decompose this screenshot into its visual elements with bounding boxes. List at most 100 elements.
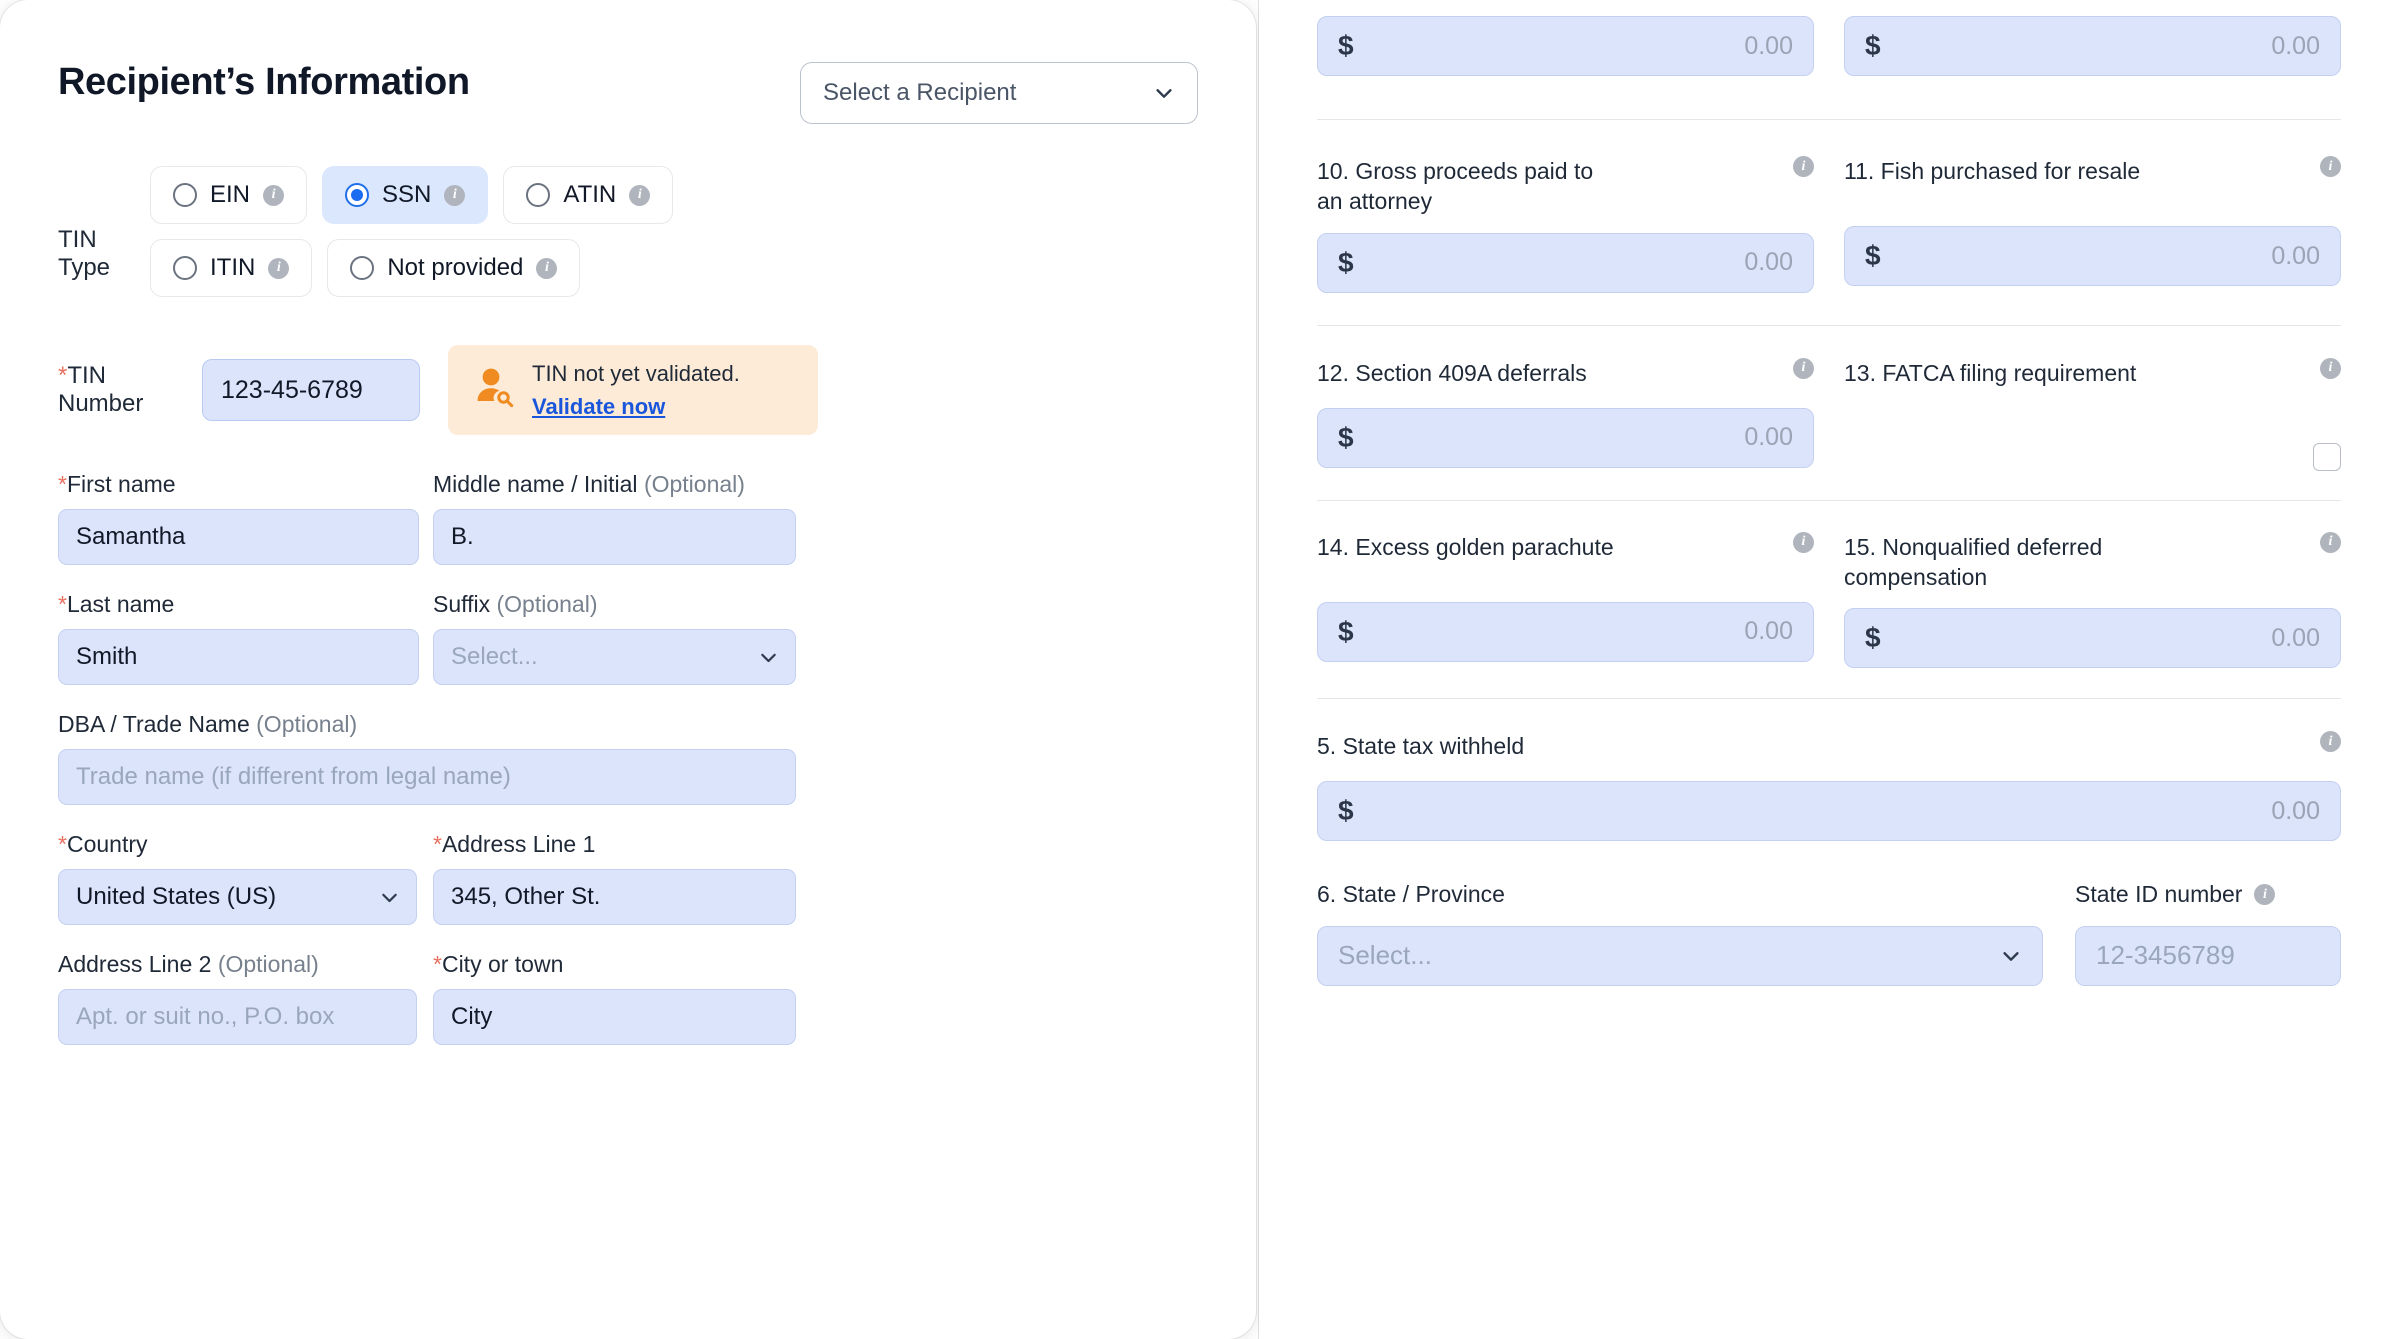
box-14-amount: 0.00 (1744, 617, 1793, 646)
dba-placeholder: Trade name (if different from legal name… (76, 763, 511, 790)
tin-option-label: Not provided (387, 254, 524, 281)
info-icon[interactable]: i (444, 184, 466, 206)
tin-type-option-ein[interactable]: EIN i (150, 166, 308, 224)
box-12-input[interactable]: $ 0.00 (1317, 407, 1814, 468)
required-asterisk: * (58, 471, 67, 497)
state-id-label: State ID number (2075, 881, 2243, 908)
box-11-amount: 0.00 (2271, 241, 2320, 270)
box-15-input[interactable]: $ 0.00 (1844, 608, 2341, 669)
box-13-label: 13. FATCA filing requirement (1844, 359, 2137, 386)
tin-option-label: ITIN (210, 254, 256, 281)
info-icon[interactable]: i (263, 184, 285, 206)
city-input[interactable]: City (433, 989, 796, 1045)
info-icon[interactable]: i (2320, 731, 2341, 753)
country-select[interactable]: United States (US) (58, 869, 417, 925)
money-input[interactable]: $ 0.00 (1844, 16, 2341, 76)
box-11-fish-purchased: 11. Fish purchased for resale i $ 0.00 (1844, 156, 2341, 293)
suffix-label: Suffix (Optional) (433, 591, 796, 618)
suffix-select[interactable]: Select... (433, 629, 796, 685)
info-icon[interactable]: i (536, 257, 558, 279)
radio-icon[interactable] (526, 183, 551, 207)
suffix-placeholder: Select... (451, 643, 538, 670)
dollar-sign-icon: $ (1338, 615, 1354, 647)
info-icon[interactable]: i (1793, 357, 1814, 379)
state-province-placeholder: Select... (1338, 940, 1432, 971)
address2-placeholder: Apt. or suit no., P.O. box (76, 1003, 335, 1030)
suffix-label-text: Suffix (433, 591, 491, 617)
tin-type-label: TIN Type (58, 226, 111, 281)
validate-now-link[interactable]: Validate now (532, 392, 665, 422)
box-12-header: 12. Section 409A deferrals i (1317, 357, 1814, 392)
box-5-header: 5. State tax withheld i (1317, 731, 2341, 765)
radio-icon[interactable] (345, 183, 370, 207)
box-12-label: 12. Section 409A deferrals (1317, 359, 1587, 386)
info-icon[interactable]: i (2320, 156, 2341, 177)
address1-value: 345, Other St. (451, 883, 601, 910)
info-icon[interactable]: i (268, 257, 290, 279)
country-label: *Country (58, 831, 419, 858)
tin-type-option-ssn[interactable]: SSN i (322, 166, 489, 224)
last-name-value: Smith (76, 643, 138, 670)
tin-validation-banner: TIN not yet validated. Validate now (448, 345, 818, 435)
dollar-sign-icon: $ (1338, 30, 1354, 61)
chevron-down-icon (379, 887, 400, 908)
recipient-information-card: Recipient’s Information Select a Recipie… (0, 0, 1256, 1339)
dba-input[interactable]: Trade name (if different from legal name… (58, 749, 796, 805)
info-icon[interactable]: i (2320, 531, 2341, 553)
middle-name-input[interactable]: B. (433, 509, 796, 565)
box-11-header: 11. Fish purchased for resale i (1844, 156, 2341, 190)
address2-label: Address Line 2 (Optional) (58, 951, 419, 978)
radio-icon[interactable] (350, 256, 375, 280)
box-11-label: 11. Fish purchased for resale (1844, 158, 2141, 184)
field-city: *City or town City (433, 951, 796, 1045)
radio-icon[interactable] (173, 256, 197, 280)
info-icon[interactable]: i (2320, 357, 2341, 379)
middle-name-value: B. (451, 523, 474, 550)
box-5-input[interactable]: $ 0.00 (1317, 781, 2341, 842)
info-icon[interactable]: i (629, 184, 651, 206)
required-asterisk: * (433, 831, 442, 857)
box-14-input[interactable]: $ 0.00 (1317, 601, 1814, 662)
last-name-label-text: Last name (66, 591, 175, 617)
tin-type-option-itin[interactable]: ITIN i (150, 239, 313, 297)
state-inputs-row: Select... 12-3456789 (1317, 925, 2341, 986)
state-province-select[interactable]: Select... (1317, 925, 2043, 986)
state-labels-row: 6. State / Province State ID number i (1317, 879, 2341, 909)
radio-icon[interactable] (173, 183, 197, 207)
field-first-name: *First name Samantha (58, 471, 419, 565)
box-12-amount: 0.00 (1744, 423, 1793, 452)
top-money-row: $ 0.00 $ 0.00 (1317, 16, 2341, 76)
box-11-input[interactable]: $ 0.00 (1844, 226, 2341, 286)
state-id-input[interactable]: 12-3456789 (2075, 925, 2341, 986)
fatca-checkbox[interactable] (2313, 442, 2341, 471)
tin-type-option-not-provided[interactable]: Not provided i (327, 239, 581, 297)
box-5-amount: 0.00 (2271, 796, 2320, 825)
page-title: Recipient’s Information (58, 61, 470, 103)
money-input[interactable]: $ 0.00 (1317, 16, 1814, 76)
tin-number-input[interactable]: 123-45-6789 (202, 359, 420, 421)
tin-option-label: ATIN (563, 181, 617, 208)
box-15-nonqualified-deferred-comp: 15. Nonqualified deferred compensation i… (1844, 531, 2341, 669)
box-15-label: 15. Nonqualified deferred compensation (1844, 533, 2103, 591)
box-15-amount: 0.00 (2271, 623, 2320, 652)
box-10-amount: 0.00 (1744, 248, 1793, 277)
required-asterisk: * (433, 951, 442, 977)
info-icon[interactable]: i (1793, 531, 1814, 553)
info-icon[interactable]: i (1793, 156, 1814, 177)
first-name-input[interactable]: Samantha (58, 509, 419, 565)
box-6-label: 6. State / Province (1317, 881, 1505, 908)
tin-type-option-atin[interactable]: ATIN i (503, 166, 674, 224)
address2-input[interactable]: Apt. or suit no., P.O. box (58, 989, 417, 1045)
address1-input[interactable]: 345, Other St. (433, 869, 796, 925)
chevron-down-icon (1153, 82, 1175, 104)
info-icon[interactable]: i (2254, 884, 2276, 906)
recipient-form-screen: Recipient’s Information Select a Recipie… (0, 0, 2399, 1339)
last-name-label: *Last name (58, 591, 419, 618)
tin-number-row: *TIN Number 123-45-6789 TIN not yet vali (58, 345, 1198, 435)
box-14-label: 14. Excess golden parachute (1317, 533, 1614, 560)
box-10-input[interactable]: $ 0.00 (1317, 232, 1814, 293)
box-10-label: 10. Gross proceeds paid to an attorney (1317, 158, 1594, 215)
recipient-select-dropdown[interactable]: Select a Recipient (800, 62, 1198, 124)
field-address-line-2: Address Line 2 (Optional) Apt. or suit n… (58, 951, 419, 1045)
last-name-input[interactable]: Smith (58, 629, 419, 685)
